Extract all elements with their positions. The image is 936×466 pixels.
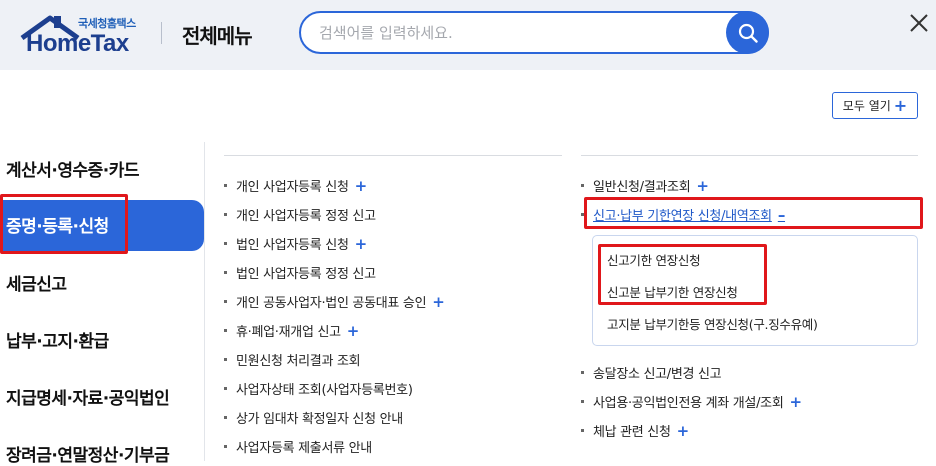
plus-icon[interactable]: + [347,322,360,340]
plus-icon[interactable]: + [355,177,368,195]
menu-item-lease-date[interactable]: 상가 임대차 확정일자 신청 안내 [224,408,403,427]
bullet-icon [224,358,227,361]
header-bar: 국세청홈택스 HomeTax 전체메뉴 [0,0,936,70]
close-icon[interactable] [907,11,931,35]
bullet-icon [224,242,227,245]
menu-item-delinquency-request[interactable]: 체납 관련 신청 + [581,421,689,440]
logo-wordmark: HomeTax [26,30,129,57]
menu-item-label: 개인 사업자등록 신청 [236,180,349,195]
submenu-notice-payment-extension[interactable]: 고지분 납부기한등 연장신청(구.징수유예) [607,314,818,333]
bullet-icon [224,416,227,419]
plus-icon[interactable]: + [432,293,445,311]
category-invoice-receipt-card[interactable]: 계산서·영수증·카드 [6,156,140,181]
menu-item-deadline-extension[interactable]: 신고·납부 기한연장 신청/내역조회 – [581,205,785,224]
search-input[interactable] [319,22,699,44]
menu-item-label: 사업용·공익법인전용 계좌 개설/조회 [593,396,784,411]
category-payment-statements[interactable]: 지급명세·자료·공익법인 [6,384,170,409]
bullet-icon [224,300,227,303]
menu-item-label: 체납 관련 신청 [593,425,671,440]
menu-item-label: 법인 사업자등록 신청 [236,238,349,253]
menu-item-label: 일반신청/결과조회 [593,180,691,195]
category-incentives-yearend[interactable]: 장려금·연말정산·기부금 [6,441,170,466]
submenu-filing-deadline-extension[interactable]: 신고기한 연장신청 [607,250,701,269]
category-tax-filing[interactable]: 세금신고 [6,270,67,295]
category-payment-notice-refund[interactable]: 납부·고지·환급 [6,327,109,352]
submenu-payment-deadline-extension[interactable]: 신고분 납부기한 연장신청 [607,282,738,301]
menu-item-corporate-correction[interactable]: 법인 사업자등록 정정 신고 [224,263,376,282]
menu-item-label: 신고·납부 기한연장 신청/내역조회 [593,209,772,224]
menu-item-individual-registration[interactable]: 개인 사업자등록 신청 + [224,176,367,195]
plus-icon[interactable]: + [355,235,368,253]
search-icon [738,23,758,43]
column-top-line [224,155,562,156]
plus-icon: + [893,96,908,115]
menu-item-general-request[interactable]: 일반신청/결과조회 + [581,176,709,195]
bullet-icon [581,371,584,374]
menu-item-label: 개인 공동사업자·법인 공동대표 승인 [236,296,427,311]
menu-item-joint-business-approval[interactable]: 개인 공동사업자·법인 공동대표 승인 + [224,292,445,311]
bullet-icon [224,445,227,448]
menu-item-business-status[interactable]: 사업자상태 조회(사업자등록번호) [224,379,413,398]
search-button[interactable] [726,11,769,54]
menu-item-label: 휴·폐업·재개업 신고 [236,325,341,340]
logo-subtitle: 국세청홈택스 [78,17,136,30]
bullet-icon [224,271,227,274]
bullet-icon [581,400,584,403]
bullet-icon [581,429,584,432]
page-title: 전체메뉴 [182,24,253,48]
menu-item-label: 개인 사업자등록 정정 신고 [236,209,376,224]
bullet-icon [224,387,227,390]
menu-item-request-results[interactable]: 민원신청 처리결과 조회 [224,350,361,369]
menu-item-label: 송달장소 신고/변경 신고 [593,367,722,382]
bullet-icon [224,329,227,332]
category-divider [204,142,205,461]
menu-item-corporate-registration[interactable]: 법인 사업자등록 신청 + [224,234,367,253]
plus-icon[interactable]: + [696,177,709,195]
bullet-icon [581,184,584,187]
hometax-logo[interactable]: 국세청홈택스 HomeTax [18,8,148,62]
menu-item-label: 사업자등록 제출서류 안내 [236,441,372,456]
minus-icon[interactable]: – [778,206,786,224]
menu-item-delivery-address[interactable]: 송달장소 신고/변경 신고 [581,363,722,382]
menu-item-label: 사업자상태 조회(사업자등록번호) [236,383,413,398]
column-top-line [581,155,918,156]
bullet-icon [224,213,227,216]
menu-item-individual-correction[interactable]: 개인 사업자등록 정정 신고 [224,205,376,224]
menu-item-registration-documents[interactable]: 사업자등록 제출서류 안내 [224,437,372,456]
category-certificate-registration[interactable]: 증명·등록·신청 [6,212,109,237]
plus-icon[interactable]: + [789,393,802,411]
menu-item-label: 민원신청 처리결과 조회 [236,354,361,369]
plus-icon[interactable]: + [677,422,690,440]
bullet-icon [224,184,227,187]
menu-item-business-account[interactable]: 사업용·공익법인전용 계좌 개설/조회 + [581,392,802,411]
search-bar [299,11,769,54]
header-divider [161,22,162,44]
bullet-icon [581,213,584,216]
menu-item-label: 법인 사업자등록 정정 신고 [236,267,376,282]
expand-all-label: 모두 열기 [842,99,891,113]
menu-item-label: 상가 임대차 확정일자 신청 안내 [236,412,403,427]
expand-all-button[interactable]: 모두 열기 + [832,92,918,119]
menu-item-closure-reopening[interactable]: 휴·폐업·재개업 신고 + [224,321,359,340]
